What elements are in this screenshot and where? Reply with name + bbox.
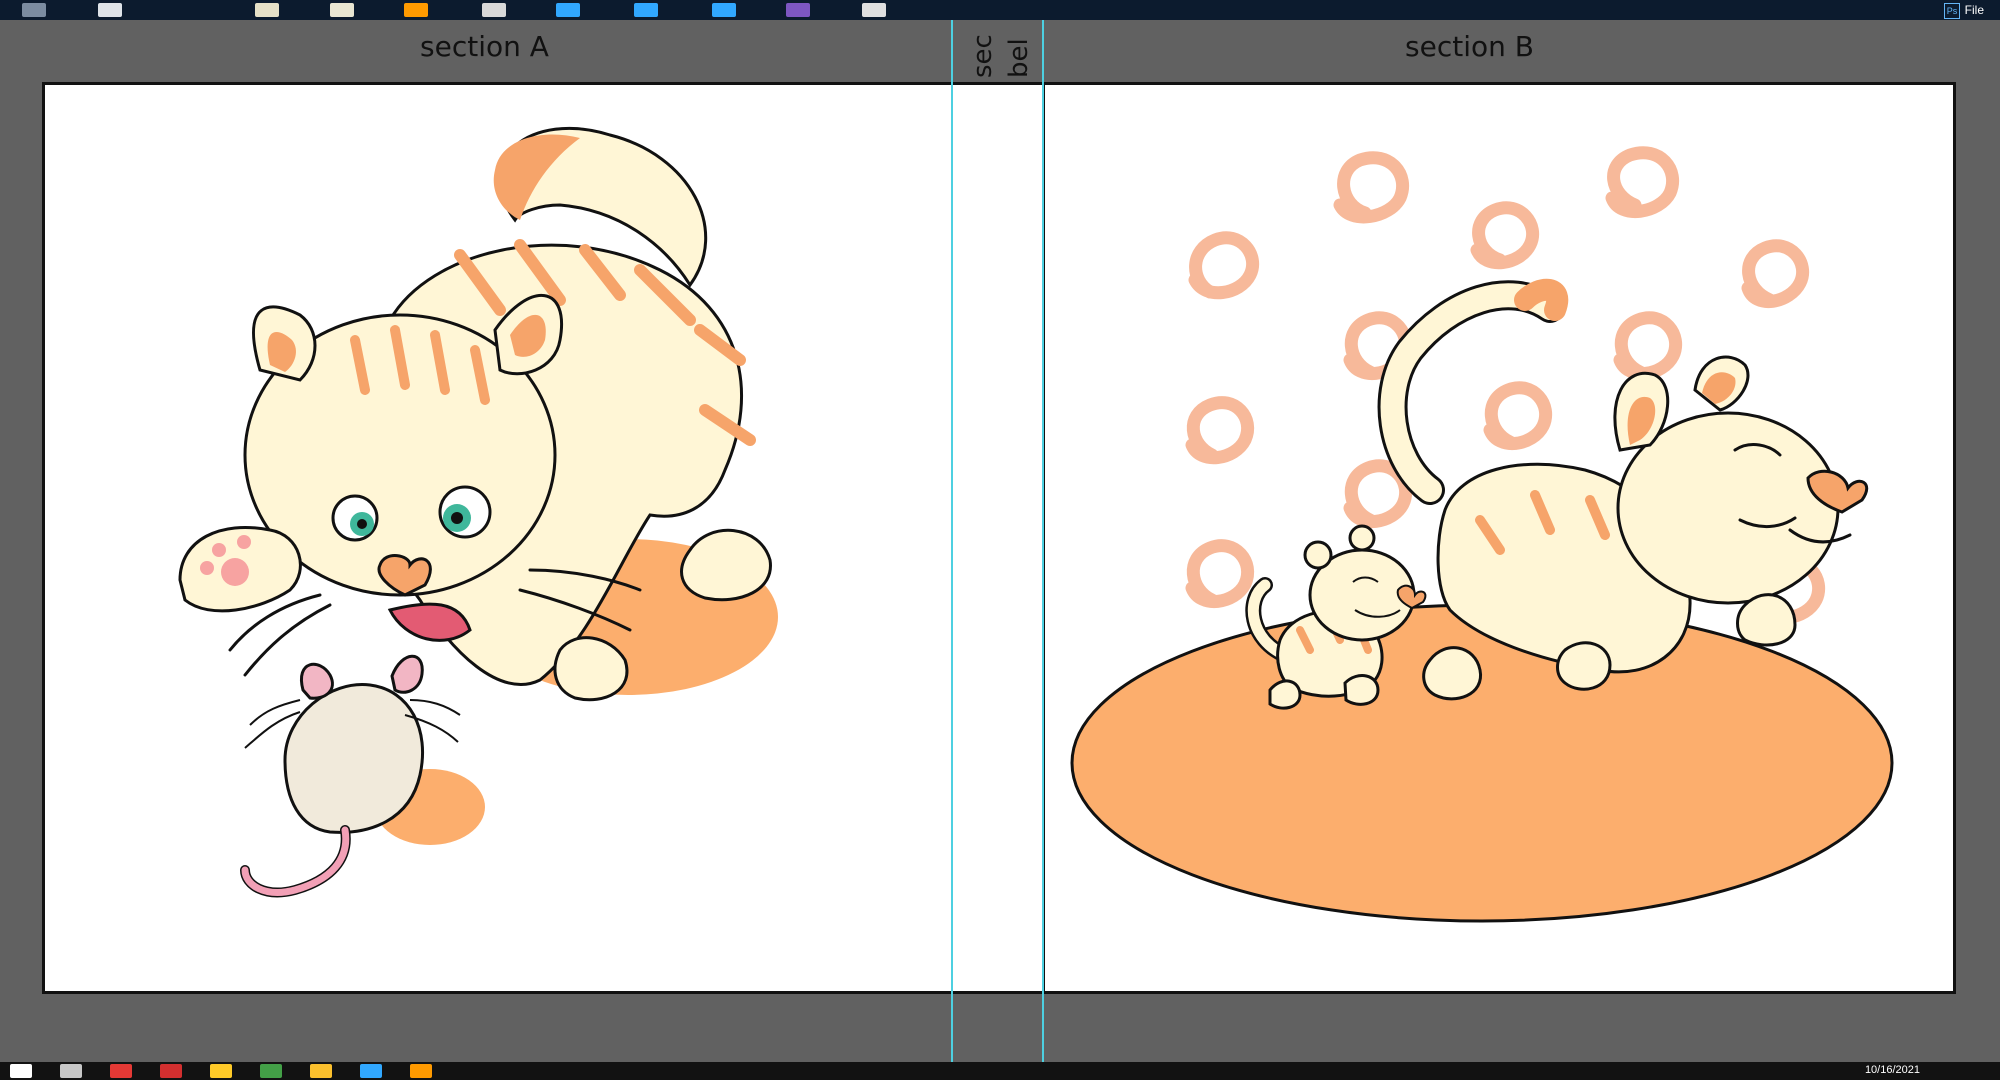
browser-icon[interactable] bbox=[160, 1064, 182, 1078]
window-icon[interactable] bbox=[862, 3, 886, 17]
notes-icon[interactable] bbox=[330, 3, 354, 17]
file-icon[interactable] bbox=[482, 3, 506, 17]
guide-line-right[interactable] bbox=[1042, 20, 1044, 1062]
section-a-title: section A bbox=[420, 30, 549, 63]
photoshop-badge-icon[interactable]: Ps bbox=[1944, 3, 1960, 19]
bottom-taskbar: 10/16/2021 bbox=[0, 1062, 2000, 1080]
search-icon[interactable] bbox=[60, 1064, 82, 1078]
illustrator-icon[interactable] bbox=[404, 3, 428, 17]
start-icon[interactable] bbox=[10, 1064, 32, 1078]
top-taskbar: Ps File bbox=[0, 0, 2000, 20]
gutter-label: sec bel bbox=[968, 34, 1034, 78]
section-b-title: section B bbox=[1405, 30, 1534, 63]
save-icon[interactable] bbox=[98, 3, 122, 17]
artboard-section-b[interactable] bbox=[1042, 82, 1956, 994]
folder-icon[interactable] bbox=[210, 1064, 232, 1078]
guide-line-left[interactable] bbox=[951, 20, 953, 1062]
photoshop-icon[interactable] bbox=[712, 3, 736, 17]
photoshop-icon[interactable] bbox=[556, 3, 580, 17]
app-icon[interactable] bbox=[310, 1064, 332, 1078]
artboard-section-a[interactable] bbox=[42, 82, 954, 994]
image-icon[interactable] bbox=[786, 3, 810, 17]
artboard-gutter[interactable] bbox=[952, 82, 1044, 994]
app-icon[interactable] bbox=[260, 1064, 282, 1078]
photoshop-icon[interactable] bbox=[360, 1064, 382, 1078]
taskbar-date: 10/16/2021 bbox=[1864, 1064, 1920, 1076]
illustrator-icon[interactable] bbox=[410, 1064, 432, 1078]
document-icon[interactable] bbox=[255, 3, 279, 17]
photoshop-icon[interactable] bbox=[634, 3, 658, 17]
app-icon[interactable] bbox=[22, 3, 46, 17]
browser-icon[interactable] bbox=[110, 1064, 132, 1078]
file-menu[interactable]: File bbox=[1965, 3, 1984, 17]
